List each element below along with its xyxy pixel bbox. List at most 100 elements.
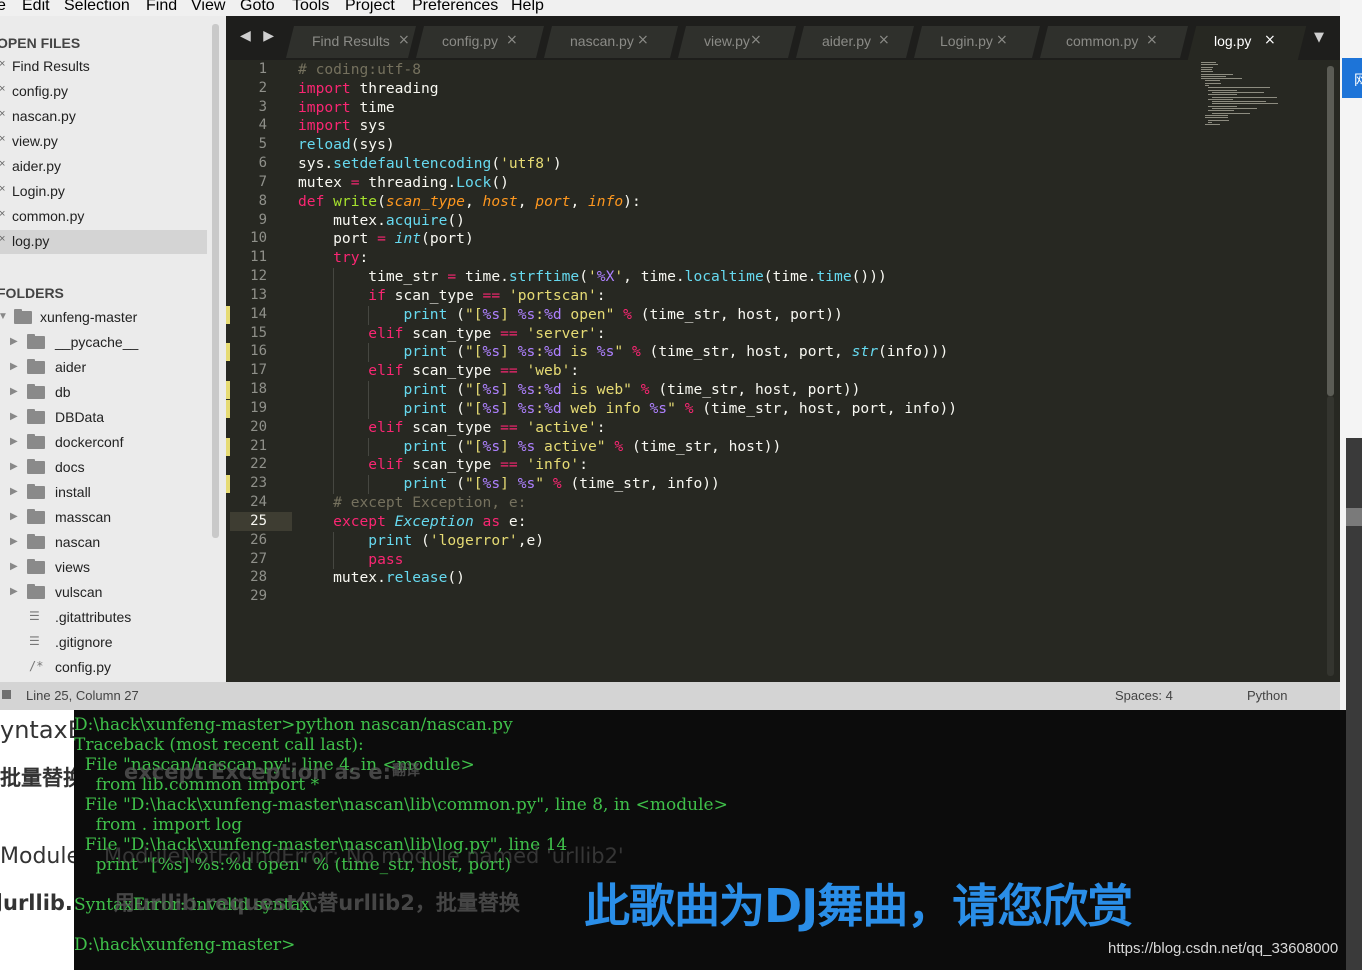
code-line[interactable]: try: bbox=[298, 249, 368, 266]
code-line[interactable]: elif scan_type == 'web': bbox=[298, 362, 579, 379]
tab-close-icon[interactable]: × bbox=[1146, 32, 1158, 48]
line-number: 15 bbox=[250, 324, 267, 341]
tab-close-icon[interactable]: × bbox=[996, 32, 1008, 48]
minimap-line bbox=[1211, 96, 1277, 98]
indent-setting[interactable]: Spaces: 4 bbox=[1115, 688, 1173, 703]
line-number: 25 bbox=[250, 512, 267, 529]
close-icon[interactable]: × bbox=[0, 108, 5, 120]
panel-toggle-icon[interactable] bbox=[2, 690, 11, 699]
open-file-label: log.py bbox=[12, 233, 50, 249]
line-number: 5 bbox=[258, 136, 267, 153]
tab-item[interactable]: Find Results × bbox=[286, 26, 416, 58]
tab-close-icon[interactable]: × bbox=[506, 32, 518, 48]
code-line[interactable]: mutex = threading.Lock() bbox=[298, 174, 509, 191]
file-label: .gitattributes bbox=[55, 609, 132, 625]
minimap-line bbox=[1201, 75, 1227, 77]
editor-scroll-track bbox=[1327, 396, 1334, 676]
close-icon[interactable]: × bbox=[0, 158, 5, 170]
line-number: 3 bbox=[258, 98, 267, 115]
line-number: 23 bbox=[250, 475, 267, 492]
code-editor[interactable]: 1 2 3 4 5 6 7 8 9 10 11 12 13 14 15 16 17 18 19 20 21 22 23 24 2… bbox=[226, 60, 1340, 682]
tab-label: aider.py bbox=[822, 33, 872, 49]
code-line[interactable]: print ("[%s] %s:%d web info %s" % (time_… bbox=[298, 400, 957, 417]
ghost-except-text: except Exception as e: bbox=[124, 760, 392, 784]
line-number: 6 bbox=[258, 155, 267, 172]
tab-item[interactable]: common.py × bbox=[1040, 26, 1188, 58]
code-line[interactable]: print ("[%s] %s:%d is %s" % (time_str, h… bbox=[298, 343, 948, 360]
code-line[interactable]: print ("[%s] %s active" % (time_str, hos… bbox=[298, 438, 781, 455]
tab-close-icon[interactable]: × bbox=[398, 32, 410, 48]
close-icon[interactable]: × bbox=[0, 233, 5, 245]
close-icon[interactable]: × bbox=[0, 83, 5, 95]
folder-icon bbox=[27, 384, 45, 399]
tab-close-icon[interactable]: × bbox=[637, 32, 649, 48]
code-line[interactable]: # except Exception, e: bbox=[298, 494, 526, 511]
code-line[interactable]: time_str = time.strftime('%X', time.loca… bbox=[298, 268, 887, 285]
tab-item[interactable]: view.py × bbox=[678, 26, 796, 58]
code-line[interactable]: elif scan_type == 'server': bbox=[298, 325, 605, 342]
editor-scrollbar[interactable] bbox=[1327, 66, 1334, 396]
code-line[interactable]: # coding:utf-8 bbox=[298, 61, 421, 78]
code-line[interactable]: pass bbox=[298, 551, 403, 568]
code-line[interactable]: if scan_type == 'portscan': bbox=[298, 287, 605, 304]
line-number: 10 bbox=[250, 230, 267, 247]
code-line[interactable]: import sys bbox=[298, 117, 386, 134]
menu-selection[interactable]: Selection bbox=[64, 0, 130, 15]
close-icon[interactable]: × bbox=[0, 208, 5, 220]
open-file-label: common.py bbox=[12, 208, 85, 224]
minimap-line bbox=[1201, 71, 1213, 73]
close-icon[interactable]: × bbox=[0, 58, 5, 70]
code-line[interactable]: def write(scan_type, host, port, info): bbox=[298, 193, 641, 210]
code-line[interactable]: except Exception as e: bbox=[298, 513, 526, 530]
close-icon[interactable]: × bbox=[0, 183, 5, 195]
terminal-window[interactable]: D:\hack\xunfeng-master>python nascan/nas… bbox=[74, 710, 1346, 970]
chevron-right-icon: ▶ bbox=[10, 361, 18, 372]
code-line[interactable]: mutex.release() bbox=[298, 569, 465, 586]
tab-item[interactable]: Login.py × bbox=[914, 26, 1040, 58]
code-line[interactable]: import time bbox=[298, 99, 395, 116]
tab-item[interactable]: config.py × bbox=[416, 26, 544, 58]
code-line[interactable]: mutex.acquire() bbox=[298, 212, 465, 229]
minimap[interactable] bbox=[1201, 60, 1295, 134]
line-number: 13 bbox=[250, 286, 267, 303]
syntax-mode[interactable]: Python bbox=[1247, 688, 1287, 703]
ghost-translate-text: 翻译 bbox=[392, 763, 420, 779]
tab-dropdown-icon[interactable]: ▼ bbox=[1314, 30, 1324, 45]
close-icon[interactable]: × bbox=[0, 133, 5, 145]
code-line[interactable]: print ("[%s] %s:%d open" % (time_str, ho… bbox=[298, 306, 842, 323]
code-line[interactable]: elif scan_type == 'active': bbox=[298, 419, 605, 436]
code-line[interactable]: port = int(port) bbox=[298, 230, 474, 247]
open-file-item[interactable]: × log.py bbox=[0, 230, 207, 254]
code-line[interactable]: print ("[%s] %s" % (time_str, info)) bbox=[298, 475, 719, 492]
tab-item[interactable]: nascan.py × bbox=[544, 26, 678, 58]
tab-close-icon[interactable]: × bbox=[750, 32, 762, 48]
code-line[interactable]: reload(sys) bbox=[298, 136, 395, 153]
background-blue-button[interactable]: 网 bbox=[1342, 58, 1362, 98]
folder-label: masscan bbox=[55, 509, 112, 525]
code-line[interactable]: sys.setdefaultencoding('utf8') bbox=[298, 155, 562, 172]
code-line[interactable]: print ('logerror',e) bbox=[298, 532, 544, 549]
menu-help[interactable]: Help bbox=[511, 0, 544, 15]
line-number: 27 bbox=[250, 550, 267, 567]
folder-icon bbox=[27, 334, 45, 349]
code-line[interactable]: elif scan_type == 'info': bbox=[298, 456, 588, 473]
indent-guide bbox=[333, 343, 335, 363]
tab-close-icon[interactable]: × bbox=[1264, 32, 1276, 48]
code-line[interactable]: print ("[%s] %s:%d is web" % (time_str, … bbox=[298, 381, 860, 398]
sidebar-scrollbar[interactable] bbox=[212, 24, 219, 538]
menu-view[interactable]: View bbox=[191, 0, 225, 15]
menu-file[interactable]: e bbox=[0, 0, 6, 15]
menu-find[interactable]: Find bbox=[146, 0, 177, 15]
tab-item[interactable]: aider.py × bbox=[796, 26, 914, 58]
menu-edit[interactable]: Edit bbox=[22, 0, 50, 15]
menu-project[interactable]: Project bbox=[345, 0, 395, 15]
menu-goto[interactable]: Goto bbox=[240, 0, 275, 15]
tab-close-icon[interactable]: × bbox=[878, 32, 890, 48]
indent-guide bbox=[333, 437, 335, 457]
tab-item[interactable]: log.py × bbox=[1187, 26, 1307, 60]
tab-nav-arrows[interactable]: ◀ ▶ bbox=[240, 28, 278, 44]
menu-preferences[interactable]: Preferences bbox=[412, 0, 498, 15]
code-line[interactable]: import threading bbox=[298, 80, 439, 97]
menu-tools[interactable]: Tools bbox=[292, 0, 329, 15]
minimap-line bbox=[1204, 82, 1222, 84]
